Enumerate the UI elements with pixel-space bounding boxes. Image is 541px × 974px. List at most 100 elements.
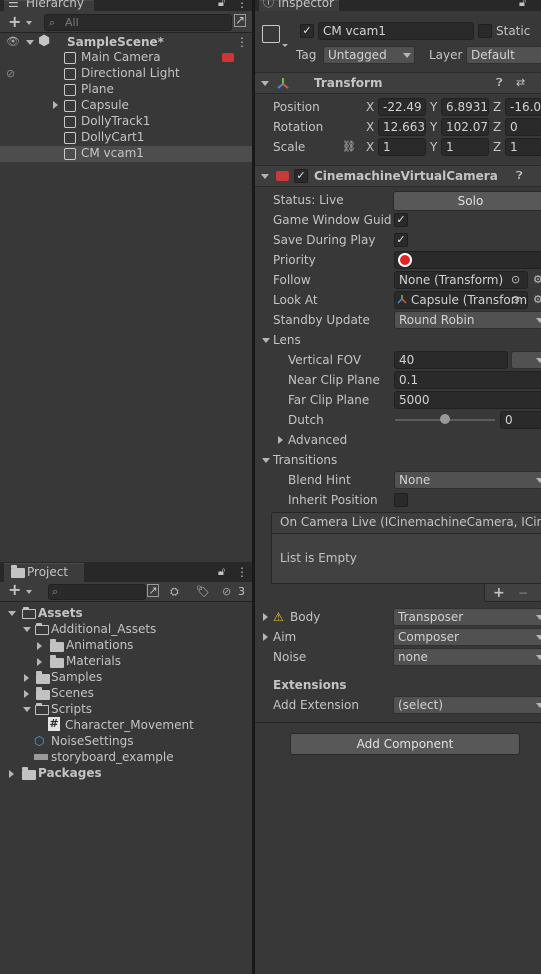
create-dropdown-icon[interactable] bbox=[26, 590, 32, 594]
add-icon[interactable]: + bbox=[8, 14, 21, 30]
add-extension-dropdown[interactable]: (select) bbox=[393, 696, 541, 714]
transitions-label[interactable]: Transitions bbox=[273, 452, 337, 468]
packages-expand-icon[interactable] bbox=[9, 770, 14, 778]
tree-scripts[interactable]: Scripts bbox=[51, 701, 92, 717]
vertical-fov-field[interactable]: 40 bbox=[394, 351, 508, 369]
dutch-field[interactable]: 0 bbox=[500, 411, 541, 429]
hierarchy-search-input[interactable]: ⌕ All bbox=[44, 14, 232, 31]
scene-more-icon[interactable]: ⋮ bbox=[236, 34, 248, 50]
object-picker-icon[interactable]: ⊙ bbox=[511, 292, 520, 308]
aim-foldout-icon[interactable] bbox=[263, 633, 268, 641]
scripts-expand-icon[interactable] bbox=[23, 707, 31, 712]
lens-label[interactable]: Lens bbox=[273, 332, 301, 348]
vcam-enabled-checkbox[interactable]: ✓ bbox=[294, 169, 308, 183]
vcam-foldout-icon[interactable] bbox=[261, 174, 269, 179]
noise-dropdown[interactable]: none bbox=[393, 648, 541, 666]
hierarchy-item-cm-vcam1[interactable]: CM vcam1 bbox=[81, 145, 144, 161]
hierarchy-item-dollytrack1[interactable]: DollyTrack1 bbox=[81, 113, 150, 129]
tree-storyboard-example[interactable]: storyboard_example bbox=[51, 749, 174, 765]
remove-event-button[interactable]: − bbox=[518, 585, 528, 601]
transitions-foldout-icon[interactable] bbox=[262, 458, 270, 463]
more-options-icon[interactable]: ⋮ bbox=[236, 564, 248, 580]
scenes-expand-icon[interactable] bbox=[24, 690, 29, 698]
lock-icon[interactable]: 🔓︎ bbox=[218, 0, 225, 11]
body-dropdown[interactable]: Transposer bbox=[393, 608, 541, 626]
inherit-position-checkbox[interactable] bbox=[394, 493, 408, 507]
preset-icon[interactable]: ⇄ bbox=[516, 75, 525, 91]
standby-update-dropdown[interactable]: Round Robin bbox=[394, 311, 541, 329]
hidden-packages-icon[interactable]: ⊘ bbox=[222, 584, 231, 600]
project-search-input[interactable]: ⌕ bbox=[48, 584, 146, 600]
filter-by-type-icon[interactable]: ⛭ bbox=[170, 584, 179, 600]
tree-samples[interactable]: Samples bbox=[51, 669, 102, 685]
visibility-eye-icon[interactable]: 👁︎ bbox=[6, 34, 20, 50]
create-icon[interactable]: + bbox=[8, 582, 21, 598]
object-name-field[interactable]: CM vcam1 bbox=[318, 22, 474, 40]
aim-dropdown[interactable]: Composer bbox=[393, 628, 541, 646]
solo-button[interactable]: Solo bbox=[393, 191, 541, 211]
tree-packages[interactable]: Packages bbox=[38, 765, 102, 781]
search-by-type-icon[interactable]: ↗ bbox=[147, 584, 159, 597]
scene-visibility-icon[interactable]: ↗ bbox=[234, 14, 246, 27]
look-at-field[interactable]: Capsule (Transform) bbox=[394, 291, 528, 309]
constrain-proportions-icon[interactable]: ⛓︎ bbox=[342, 139, 356, 155]
advanced-foldout-icon[interactable] bbox=[278, 436, 283, 444]
position-y-field[interactable]: 6.8931 bbox=[441, 98, 489, 116]
lens-foldout-icon[interactable] bbox=[262, 338, 270, 343]
lock-icon[interactable]: 🔓︎ bbox=[519, 0, 526, 11]
hierarchy-item-dollycart1[interactable]: DollyCart1 bbox=[81, 129, 144, 145]
add-component-button[interactable]: Add Component bbox=[290, 733, 520, 755]
materials-expand-icon[interactable] bbox=[37, 658, 42, 666]
assets-expand-icon[interactable] bbox=[8, 611, 16, 616]
priority-field[interactable] bbox=[394, 251, 541, 269]
transform-foldout-icon[interactable] bbox=[261, 81, 269, 86]
tree-scenes[interactable]: Scenes bbox=[51, 685, 94, 701]
additional-assets-expand-icon[interactable] bbox=[23, 627, 31, 632]
layer-dropdown[interactable]: Default bbox=[466, 46, 541, 64]
far-clip-field[interactable]: 5000 bbox=[394, 391, 541, 409]
scene-name[interactable]: SampleScene* bbox=[67, 34, 164, 50]
lock-icon[interactable]: 🔓︎ bbox=[218, 564, 225, 580]
scale-x-field[interactable]: 1 bbox=[378, 138, 426, 156]
more-options-icon[interactable]: ⋮ bbox=[236, 0, 248, 11]
rotation-z-field[interactable]: 0 bbox=[505, 118, 541, 136]
hierarchy-item-capsule[interactable]: Capsule bbox=[81, 97, 129, 113]
capsule-expand-icon[interactable] bbox=[53, 101, 58, 109]
position-z-field[interactable]: -16.05 bbox=[505, 98, 541, 116]
rotation-x-field[interactable]: 12.663 bbox=[378, 118, 426, 136]
dutch-slider-handle[interactable] bbox=[440, 414, 450, 424]
tree-animations[interactable]: Animations bbox=[66, 637, 133, 653]
tag-dropdown[interactable]: Untagged bbox=[323, 46, 415, 64]
body-foldout-icon[interactable] bbox=[263, 613, 268, 621]
static-checkbox[interactable] bbox=[478, 24, 492, 38]
active-checkbox[interactable]: ✓ bbox=[300, 24, 314, 38]
near-clip-field[interactable]: 0.1 bbox=[394, 371, 541, 389]
animations-expand-icon[interactable] bbox=[37, 642, 42, 650]
tree-assets[interactable]: Assets bbox=[38, 605, 83, 621]
follow-settings-icon[interactable]: ⚙︎ bbox=[533, 272, 541, 288]
tree-character-movement[interactable]: Character_Movement bbox=[65, 717, 194, 733]
hidden-eye-icon[interactable]: ⊘ bbox=[6, 66, 15, 82]
tree-noise-settings[interactable]: NoiseSettings bbox=[51, 733, 134, 749]
save-during-play-checkbox[interactable]: ✓ bbox=[394, 233, 408, 247]
hierarchy-item-plane[interactable]: Plane bbox=[81, 81, 114, 97]
add-dropdown-icon[interactable] bbox=[26, 21, 32, 25]
add-event-button[interactable]: + bbox=[493, 585, 505, 601]
follow-field[interactable]: None (Transform) bbox=[394, 271, 528, 289]
tree-additional-assets[interactable]: Additional_Assets bbox=[51, 621, 156, 637]
scale-z-field[interactable]: 1 bbox=[505, 138, 541, 156]
scale-y-field[interactable]: 1 bbox=[441, 138, 489, 156]
tree-materials[interactable]: Materials bbox=[66, 653, 121, 669]
look-at-settings-icon[interactable]: ⚙︎ bbox=[533, 292, 541, 308]
blend-hint-dropdown[interactable]: None bbox=[394, 471, 541, 489]
rotation-y-field[interactable]: 102.07 bbox=[441, 118, 489, 136]
filter-by-label-icon[interactable]: 🏷︎ bbox=[196, 584, 210, 600]
scene-expand-icon[interactable] bbox=[26, 40, 34, 45]
hierarchy-item-directional-light[interactable]: Directional Light bbox=[81, 65, 180, 81]
advanced-label[interactable]: Advanced bbox=[288, 432, 347, 448]
game-window-guides-checkbox[interactable]: ✓ bbox=[394, 213, 408, 227]
icon-dropdown-icon[interactable] bbox=[282, 44, 288, 47]
object-picker-icon[interactable]: ⊙ bbox=[511, 272, 520, 288]
samples-expand-icon[interactable] bbox=[24, 674, 29, 682]
help-icon[interactable]: ❓︎ bbox=[496, 75, 503, 91]
